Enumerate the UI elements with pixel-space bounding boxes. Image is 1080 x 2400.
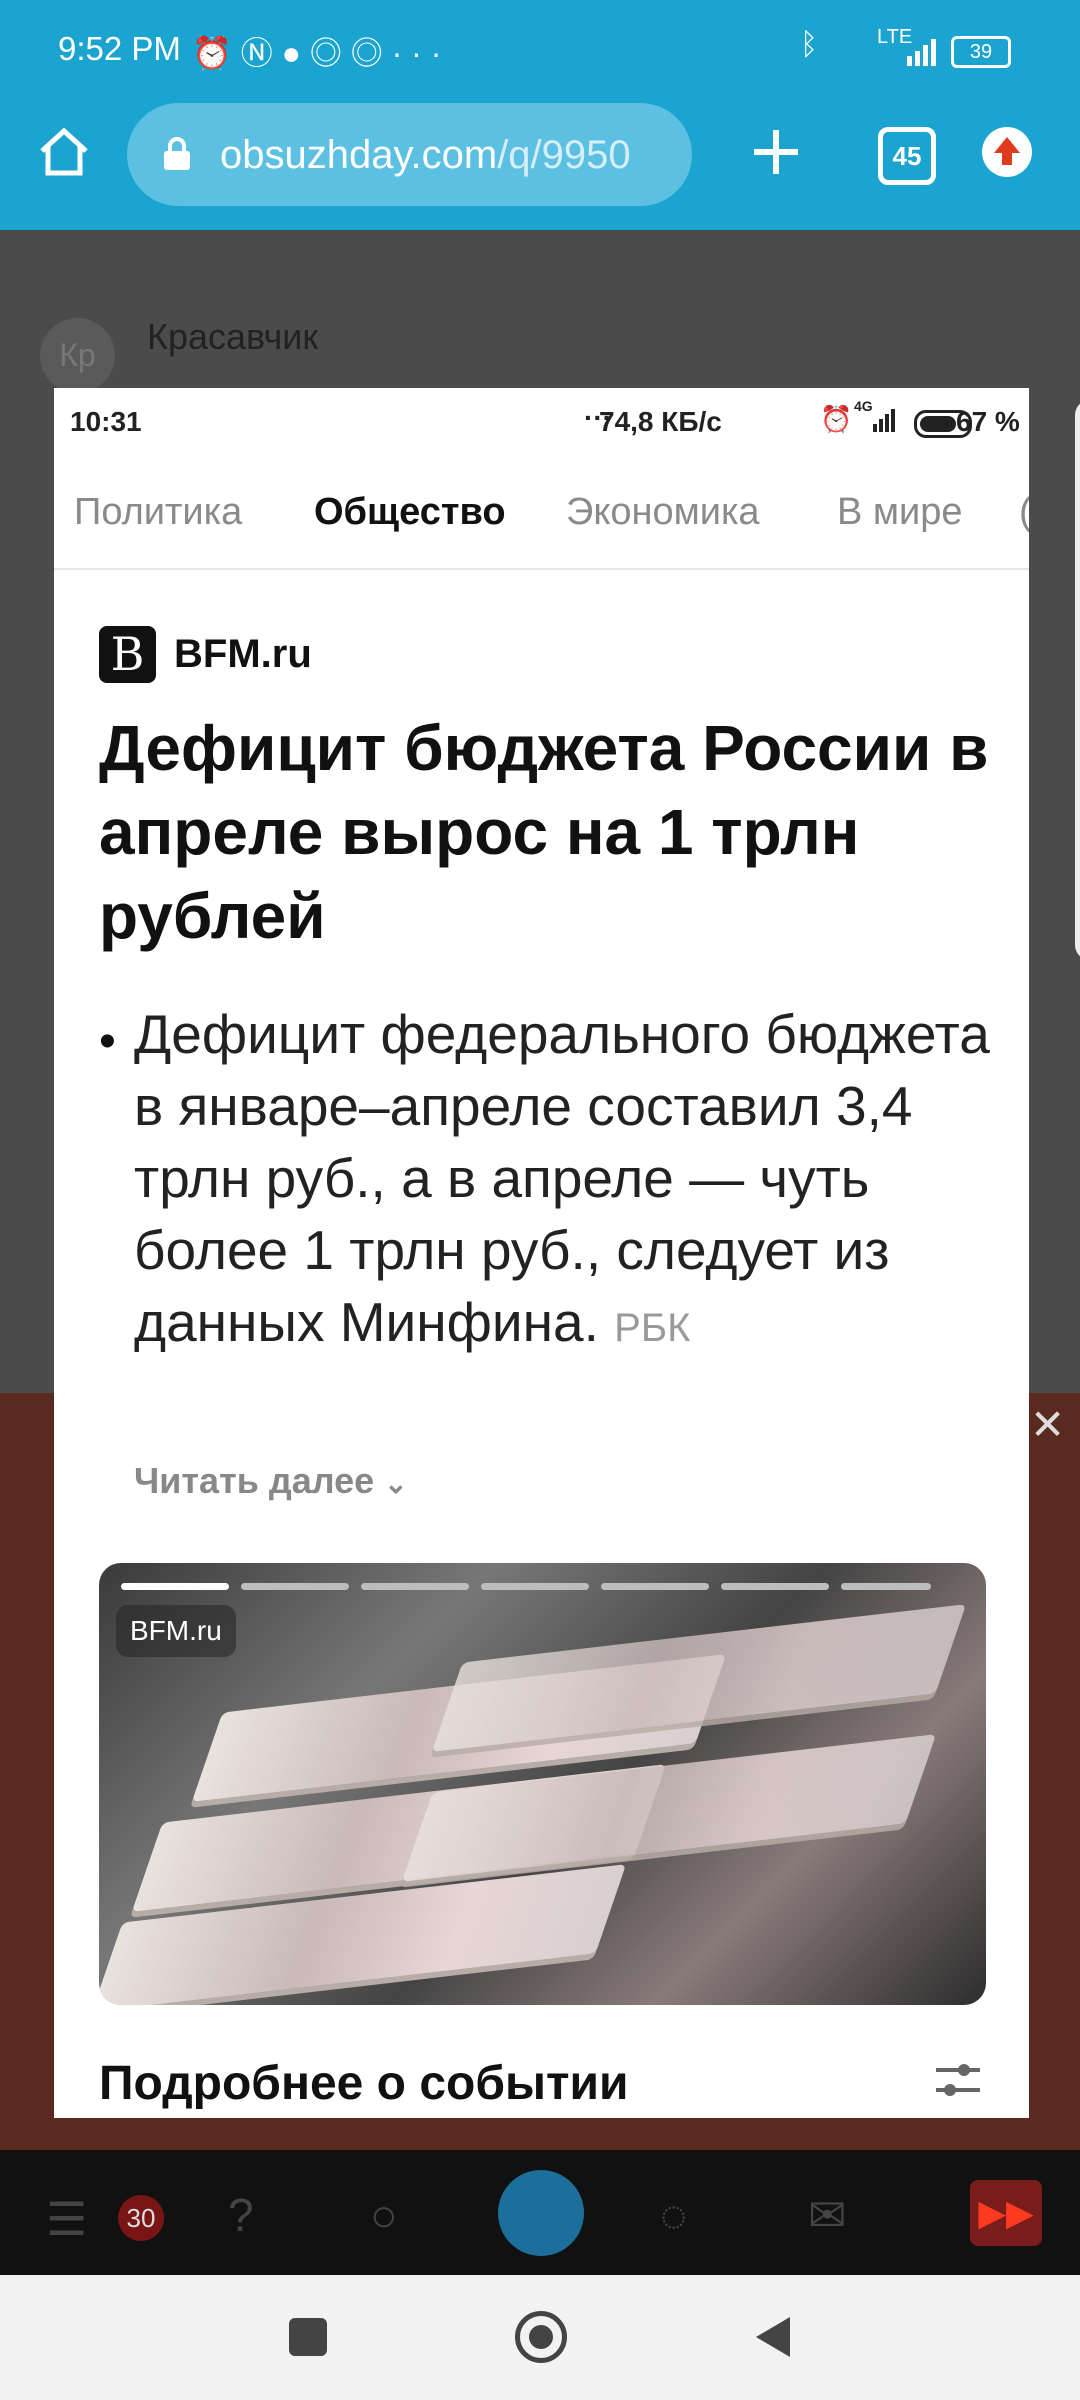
tab-overflow[interactable]: (: [1019, 491, 1029, 534]
update-icon[interactable]: [982, 127, 1032, 177]
status-notification-icons: ⏰ Ⓝ ● ◎ ◎ · · ·: [192, 35, 442, 71]
side-card: [1075, 400, 1080, 960]
inner-signal-icon: [872, 408, 898, 437]
alarm-icon: ⏰: [820, 404, 853, 434]
inner-battery-percent: 67 %: [956, 406, 1020, 437]
question-icon[interactable]: ?: [228, 2188, 254, 2242]
read-more-button[interactable]: Читать далее ⌄: [134, 1460, 408, 1502]
lock-icon: [161, 136, 193, 177]
url-host: obsuzhday.com: [220, 133, 498, 177]
inner-status-bar: 10:31 74,8 КБ/с ··· ⏰ 4G 67 %: [54, 388, 1029, 453]
home-icon[interactable]: [38, 127, 90, 182]
bluetooth-icon: ᛒ: [800, 28, 818, 61]
more-icon: ···: [584, 402, 612, 433]
close-icon[interactable]: ✕: [1030, 1400, 1065, 1449]
filter-icon[interactable]: [934, 2056, 982, 2104]
headline[interactable]: Дефицит бюджета России в апреле вырос на…: [99, 706, 999, 958]
tab-world[interactable]: В мире: [837, 491, 963, 534]
inner-status-speed: 74,8 КБ/с: [599, 406, 722, 437]
embedded-screenshot: 10:31 74,8 КБ/с ··· ⏰ 4G 67 % Политика О…: [54, 388, 1029, 2118]
fast-forward-icon[interactable]: ▶▶: [970, 2180, 1042, 2246]
summary-source[interactable]: РБК: [614, 1306, 690, 1350]
comment-icon[interactable]: ○: [370, 2188, 398, 2242]
bullet-icon: •: [99, 1015, 116, 1068]
inner-network-type: 4G: [854, 398, 873, 414]
read-more-label: Читать далее: [134, 1460, 375, 1501]
mail-icon[interactable]: ✉: [808, 2188, 847, 2242]
tab-count-button[interactable]: 45: [878, 127, 936, 185]
photo-source-label: BFM.ru: [116, 1605, 236, 1657]
back-icon[interactable]: [752, 2315, 792, 2364]
url-text: obsuzhday.com/q/9950: [220, 133, 631, 178]
more-about-event-title: Подробнее о событии: [99, 2057, 629, 2110]
source-logo: B: [99, 626, 156, 683]
comment-author: Красавчик: [147, 316, 319, 357]
summary: Дефицит федерального бюджета в январе–ап…: [134, 998, 1014, 1364]
url-path: /q/9950: [497, 133, 631, 177]
recents-icon[interactable]: [289, 2318, 327, 2356]
category-tabs: Политика Общество Экономика В мире (: [54, 463, 1029, 570]
tab-economy[interactable]: Экономика: [566, 491, 760, 534]
battery-icon: 39: [951, 36, 1011, 68]
avatar: Кр: [40, 318, 115, 393]
source-name[interactable]: BFM.ru: [174, 632, 312, 677]
notification-badge: 30: [118, 2195, 164, 2241]
center-action-icon[interactable]: [498, 2170, 584, 2256]
news-photo[interactable]: BFM.ru: [99, 1563, 986, 2005]
signal-icon: [905, 38, 941, 71]
status-time: 9:52 PM: [58, 30, 181, 67]
tab-politics[interactable]: Политика: [74, 491, 242, 534]
tab-society[interactable]: Общество: [314, 491, 506, 534]
menu-icon[interactable]: ☰: [46, 2192, 87, 2246]
chat-icon[interactable]: ◌: [660, 2188, 687, 2242]
new-tab-icon[interactable]: [752, 128, 800, 181]
home-nav-icon[interactable]: [515, 2311, 567, 2363]
summary-text: Дефицит федерального бюджета в январе–ап…: [134, 1003, 990, 1353]
chevron-down-icon: ⌄: [384, 1468, 408, 1499]
inner-status-time: 10:31: [70, 406, 142, 437]
